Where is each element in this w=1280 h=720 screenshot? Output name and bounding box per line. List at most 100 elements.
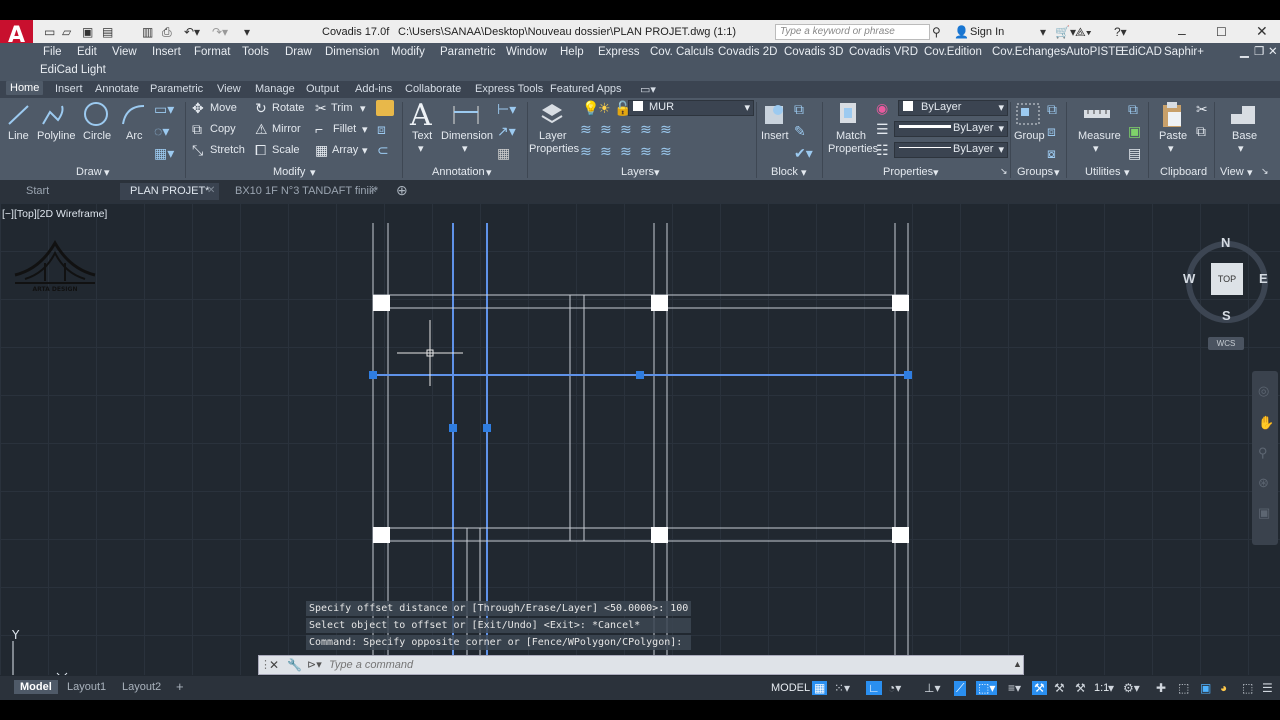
polar-icon[interactable]: ◔▾ bbox=[888, 681, 901, 695]
insert-block-icon[interactable] bbox=[760, 100, 788, 128]
stretch-icon[interactable]: ⤡ bbox=[192, 143, 203, 157]
measure-button[interactable]: Measure bbox=[1078, 130, 1121, 142]
layer-tool-6-icon[interactable]: ≋ bbox=[580, 144, 592, 158]
doc-tab-start[interactable]: Start bbox=[16, 183, 59, 200]
array-icon[interactable]: ▦ bbox=[315, 143, 328, 157]
drawing-canvas[interactable]: [−][Top][2D Wireframe] ARTA DESIGN Y N S… bbox=[0, 203, 1280, 675]
polyline-button[interactable]: Polyline bbox=[37, 130, 76, 142]
grip[interactable] bbox=[483, 424, 491, 432]
tab-express-tools[interactable]: Express Tools bbox=[475, 83, 543, 95]
ortho-icon[interactable]: ∟ bbox=[866, 681, 882, 695]
doc-tab-close-icon[interactable]: ✕ bbox=[369, 185, 377, 196]
insert-button[interactable]: Insert bbox=[761, 130, 789, 142]
new-tab-icon[interactable]: ⊕ bbox=[396, 182, 408, 199]
erase-icon[interactable] bbox=[376, 100, 394, 116]
block-expand-icon[interactable]: ▾ bbox=[801, 166, 807, 180]
tab-layout1[interactable]: Layout1 bbox=[61, 680, 112, 694]
table-annotation-icon[interactable]: ▦ bbox=[497, 146, 510, 160]
draw-panel-title[interactable]: Draw bbox=[76, 166, 102, 180]
column[interactable] bbox=[892, 295, 909, 311]
customization-icon[interactable]: ☰ bbox=[1262, 681, 1273, 695]
auto-scale-icon[interactable]: ⚒ bbox=[1054, 681, 1065, 695]
text-icon[interactable]: A bbox=[410, 98, 432, 133]
doc-tab-bx10[interactable]: BX10 1F N°3 TANDAFT finiii* bbox=[225, 183, 388, 200]
menu-view[interactable]: View bbox=[112, 46, 137, 58]
layer-tool-9-icon[interactable]: ≋ bbox=[640, 144, 652, 158]
arc-icon[interactable] bbox=[120, 102, 148, 128]
annotation-monitor-icon[interactable]: ✚ bbox=[1156, 681, 1166, 695]
exchange-icon[interactable]: ⟁▾ bbox=[1075, 25, 1092, 40]
modify-expand-icon[interactable]: ▾ bbox=[310, 166, 316, 180]
menu-parametric[interactable]: Parametric bbox=[440, 46, 496, 58]
wcs-menu[interactable]: WCS bbox=[1208, 337, 1244, 350]
object-snap-icon[interactable]: ⬚▾ bbox=[976, 681, 998, 695]
properties-launcher-icon[interactable]: ↘ bbox=[1000, 166, 1008, 180]
paste-icon[interactable] bbox=[1158, 100, 1186, 128]
calculator-icon[interactable]: ▤ bbox=[1128, 146, 1141, 160]
utilities-panel-title[interactable]: Utilities bbox=[1085, 166, 1120, 180]
hatch-icon[interactable]: ◌▾ bbox=[154, 124, 169, 138]
layer-tool-8-icon[interactable]: ≋ bbox=[620, 144, 632, 158]
stretch-button[interactable]: Stretch bbox=[210, 144, 245, 156]
binoculars-icon[interactable]: ⚲ bbox=[932, 25, 941, 39]
command-close-icon[interactable]: ✕ bbox=[269, 658, 279, 672]
ribbon-options-icon[interactable]: ▭▾ bbox=[640, 83, 656, 96]
menu-file[interactable]: File bbox=[43, 46, 62, 58]
move-button[interactable]: Move bbox=[210, 102, 237, 114]
layer-tool-3-icon[interactable]: ≋ bbox=[620, 122, 632, 136]
grip[interactable] bbox=[449, 424, 457, 432]
array-dropdown-icon[interactable]: ▾ bbox=[362, 144, 368, 157]
trim-dropdown-icon[interactable]: ▾ bbox=[360, 102, 366, 115]
hardware-acceleration-icon[interactable]: ▣ bbox=[1200, 681, 1211, 695]
block-attributes-icon[interactable]: ✔▾ bbox=[794, 146, 813, 160]
command-history-toggle-icon[interactable]: ▲ bbox=[1013, 659, 1022, 669]
doc-tab-close-icon[interactable]: ✕ bbox=[207, 185, 215, 196]
print-icon[interactable]: ⎙ bbox=[162, 25, 172, 40]
column[interactable] bbox=[892, 527, 909, 543]
help-icon[interactable]: ?▾ bbox=[1114, 25, 1127, 39]
measure-dropdown-icon[interactable]: ▾ bbox=[1093, 142, 1099, 155]
undo-icon[interactable]: ↶▾ bbox=[184, 25, 200, 39]
color-wheel-icon[interactable]: ◉ bbox=[876, 101, 888, 115]
user-icon[interactable]: 👤 bbox=[954, 25, 969, 39]
view-launcher-icon[interactable]: ↘ bbox=[1261, 166, 1269, 180]
measure-icon[interactable] bbox=[1082, 102, 1112, 126]
circle-icon[interactable] bbox=[82, 100, 110, 128]
ungroup-icon[interactable]: ⧉ bbox=[1047, 102, 1057, 116]
table-icon[interactable]: ▦▾ bbox=[154, 146, 174, 160]
layer-dropdown[interactable]: MUR ▾ bbox=[628, 100, 754, 116]
annotation-scale-value[interactable]: 1:1 bbox=[1094, 682, 1109, 694]
layer-properties-icon[interactable] bbox=[538, 100, 566, 128]
scale-button[interactable]: Scale bbox=[272, 144, 300, 156]
model-space-button[interactable]: MODEL bbox=[771, 682, 810, 694]
clean-screen-icon[interactable]: ⬚ bbox=[1242, 681, 1253, 695]
modify-panel-title[interactable]: Modify bbox=[273, 166, 305, 180]
fillet-icon[interactable]: ⌐ bbox=[315, 122, 323, 136]
arc-button[interactable]: Arc bbox=[126, 130, 143, 142]
grip[interactable] bbox=[636, 371, 644, 379]
offset-icon[interactable]: ⊂ bbox=[377, 143, 389, 157]
menu-tools[interactable]: Tools bbox=[242, 46, 269, 58]
copy-clip-icon[interactable]: ⧉ bbox=[1196, 124, 1206, 138]
layer-tool-7-icon[interactable]: ≋ bbox=[600, 144, 612, 158]
menu-edicad-light[interactable]: EdiCad Light bbox=[40, 64, 106, 76]
add-layout-icon[interactable]: + bbox=[170, 678, 190, 695]
cart-icon[interactable]: 🛒▾ bbox=[1055, 25, 1076, 39]
tab-model[interactable]: Model bbox=[14, 680, 58, 694]
close-icon[interactable]: ✕ bbox=[1256, 23, 1268, 40]
menu-express[interactable]: Express bbox=[598, 46, 640, 58]
leader-icon[interactable]: ↗▾ bbox=[497, 124, 516, 138]
viewcube-east[interactable]: E bbox=[1259, 271, 1268, 286]
layers-expand-icon[interactable]: ▾ bbox=[654, 166, 660, 180]
sign-in-dropdown-icon[interactable]: ▾ bbox=[1040, 25, 1046, 39]
base-view-icon[interactable] bbox=[1228, 102, 1258, 128]
isodraft-icon[interactable]: ⊥▾ bbox=[924, 681, 940, 695]
circle-button[interactable]: Circle bbox=[83, 130, 111, 142]
units-icon[interactable]: ⬚ bbox=[1178, 681, 1189, 695]
layer-properties-button[interactable]: Layer bbox=[539, 130, 567, 142]
annotation-panel-title[interactable]: Annotation bbox=[432, 166, 485, 180]
group-edit-icon[interactable]: ⧈ bbox=[1047, 124, 1056, 138]
line-icon[interactable] bbox=[6, 102, 32, 128]
tab-view[interactable]: View bbox=[217, 83, 241, 95]
rotate-icon[interactable]: ↻ bbox=[255, 101, 267, 115]
